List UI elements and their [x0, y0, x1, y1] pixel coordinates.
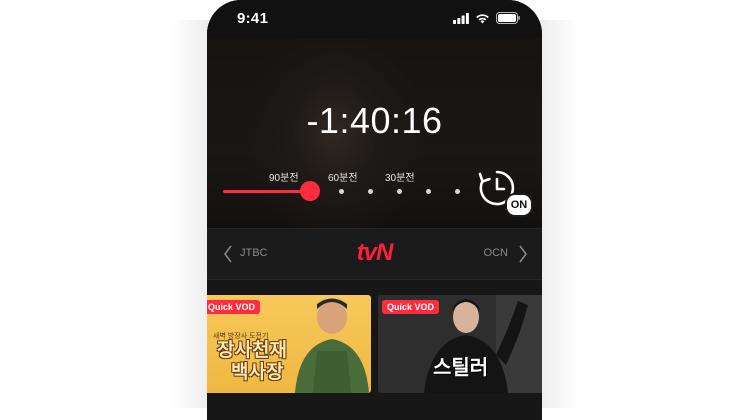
status-time: 9:41 [237, 10, 269, 27]
slider-dot [397, 189, 402, 194]
status-icons [453, 12, 520, 24]
vod-card[interactable]: Quick VOD 새벽 방장사 도전기 장사천재 백사장 [207, 295, 371, 393]
card-title: 스틸러 [433, 357, 489, 379]
tick-label-60: 60분전 [328, 173, 358, 184]
phone-frame: 9:41 -1:40:16 90분전 60분전 30분전 ON JTBC tvN… [207, 0, 542, 420]
sleep-timer-button[interactable]: ON [477, 168, 533, 217]
phone-shadow-right [540, 20, 580, 408]
quick-vod-badge: Quick VOD [382, 300, 440, 314]
card-title-line1: 장사천재 [217, 340, 287, 361]
channel-switcher: JTBC tvN OCN [207, 228, 542, 280]
slider-dot [368, 189, 373, 194]
card-title-line2: 백사장 [231, 362, 284, 383]
wifi-icon [476, 13, 489, 23]
battery-icon [496, 12, 520, 24]
slider-dot [339, 189, 344, 194]
slider-dot [455, 189, 460, 194]
vod-card[interactable]: Quick VOD 스틸러 [378, 295, 542, 393]
video-player[interactable]: -1:40:16 90분전 60분전 30분전 ON [207, 38, 542, 228]
phone-shadow-left [170, 20, 210, 408]
timer-on-badge: ON [505, 193, 533, 217]
slider-knob[interactable] [300, 181, 320, 201]
chevron-right-icon[interactable] [518, 245, 528, 263]
countdown-timer: -1:40:16 [306, 100, 443, 141]
status-bar: 9:41 [207, 0, 542, 38]
signal-icon [453, 12, 469, 24]
tick-label-90: 90분전 [269, 173, 299, 184]
sleep-timer-slider[interactable] [223, 189, 461, 194]
quick-vod-row: Quick VOD 새벽 방장사 도전기 장사천재 백사장 Quick VOD … [207, 295, 542, 393]
tick-label-30: 30분전 [385, 173, 415, 184]
quick-vod-badge: Quick VOD [207, 300, 261, 314]
slider-fill [223, 190, 309, 193]
next-channel[interactable]: OCN [484, 247, 508, 259]
slider-dot [426, 189, 431, 194]
